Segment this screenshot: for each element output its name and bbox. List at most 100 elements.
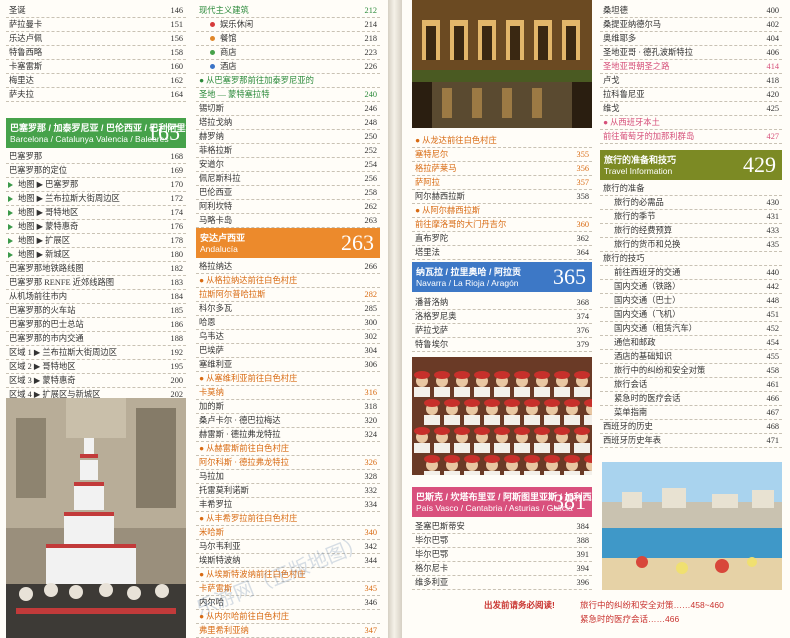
toc-entry[interactable]: 乐达卢佩 156 <box>6 32 186 46</box>
toc-entry[interactable]: 维多利亚 396 <box>412 576 592 590</box>
toc-entry[interactable]: ● 从西班牙本土 <box>600 116 782 130</box>
toc-entry[interactable]: 旅行的技巧 <box>600 252 782 266</box>
toc-entry[interactable]: 前往摩洛哥的大门丹吉尔 360 <box>412 218 592 232</box>
toc-entry[interactable]: 圣地 — 蒙特塞拉特 240 <box>196 88 380 102</box>
toc-entry[interactable]: 科尔多瓦 285 <box>196 302 380 316</box>
toc-entry[interactable]: 国内交通（租赁汽车） 452 <box>600 322 782 336</box>
toc-entry[interactable]: 国内交通（铁路） 442 <box>600 280 782 294</box>
toc-entry[interactable]: 圣地亚哥朝圣之路 414 <box>600 60 782 74</box>
toc-entry[interactable]: 桑提亚纳德尔马 402 <box>600 18 782 32</box>
toc-entry[interactable]: 酒店 226 <box>196 60 380 74</box>
toc-entry[interactable]: 餐馆 218 <box>196 32 380 46</box>
toc-entry[interactable]: ● 从丰希罗拉前往白色村庄 <box>196 512 380 526</box>
toc-entry[interactable]: 格尔尼卡 394 <box>412 562 592 576</box>
toc-entry[interactable]: 前往葡萄牙的加那利群岛 427 <box>600 130 782 144</box>
toc-entry[interactable]: 阿尔科斯 · 德拉弗龙特拉 326 <box>196 456 380 470</box>
band-barcelona[interactable]: 巴塞罗那 / 加泰罗尼亚 / 巴伦西亚 / 巴利阿里群岛 Barcelona /… <box>6 118 186 148</box>
toc-entry[interactable]: 拉科鲁尼亚 420 <box>600 88 782 102</box>
toc-entry[interactable]: ● 从赫雷斯前往白色村庄 <box>196 442 380 456</box>
toc-entry[interactable]: ● 从塞维利亚前往白色村庄 <box>196 372 380 386</box>
toc-entry[interactable]: 佩尼斯科拉 256 <box>196 172 380 186</box>
toc-entry[interactable]: 特鲁西略 158 <box>6 46 186 60</box>
toc-entry[interactable]: 地图 ▶ 兰布拉斯大街周边区 172 <box>6 192 186 206</box>
band-travel-information[interactable]: 旅行的准备和技巧 Travel Information 429 <box>600 150 782 180</box>
toc-entry[interactable]: 旅行的必需品 430 <box>600 196 782 210</box>
toc-entry[interactable]: 娱乐休闲 214 <box>196 18 380 32</box>
toc-entry[interactable]: 地图 ▶ 蒙特惠奇 176 <box>6 220 186 234</box>
toc-entry[interactable]: 巴塞罗那 RENFE 近郊线路图 183 <box>6 276 186 290</box>
toc-entry[interactable]: 通信和邮政 454 <box>600 336 782 350</box>
toc-entry[interactable]: 哈恩 300 <box>196 316 380 330</box>
toc-entry[interactable]: 桑坦德 400 <box>600 4 782 18</box>
toc-entry[interactable]: 卢戈 418 <box>600 74 782 88</box>
toc-entry[interactable]: 萨拉戈萨 376 <box>412 324 592 338</box>
toc-entry[interactable]: 从机场前往市内 184 <box>6 290 186 304</box>
toc-entry[interactable]: 巴塞罗那的定位 169 <box>6 164 186 178</box>
toc-entry[interactable]: 西班牙历史年表 471 <box>600 434 782 448</box>
toc-entry[interactable]: 梅里达 162 <box>6 74 186 88</box>
toc-entry[interactable]: 商店 223 <box>196 46 380 60</box>
toc-entry[interactable]: 托雷莫利诺斯 332 <box>196 484 380 498</box>
toc-entry[interactable]: 旅行中的纠纷和安全对策 458 <box>600 364 782 378</box>
toc-entry[interactable]: 酒店的基础知识 455 <box>600 350 782 364</box>
toc-entry[interactable]: 旅行的经费预算 433 <box>600 224 782 238</box>
toc-entry[interactable]: 赫雷斯 · 德拉弗龙特拉 324 <box>196 428 380 442</box>
toc-entry[interactable]: 卡莫纳 316 <box>196 386 380 400</box>
toc-entry[interactable]: 奥维耶多 404 <box>600 32 782 46</box>
toc-entry[interactable]: 直布罗陀 362 <box>412 232 592 246</box>
toc-entry[interactable]: 地图 ▶ 扩展区 178 <box>6 234 186 248</box>
toc-entry[interactable]: ● 从龙达前往白色村庄 <box>412 134 592 148</box>
toc-entry[interactable]: 阿尔赫西拉斯 358 <box>412 190 592 204</box>
toc-entry[interactable]: 卡塞雷斯 160 <box>6 60 186 74</box>
toc-entry[interactable]: 洛格罗尼奥 374 <box>412 310 592 324</box>
toc-entry[interactable]: 圣地亚哥 · 德孔波斯特拉 406 <box>600 46 782 60</box>
toc-entry[interactable]: 巴塞罗那的火车站 185 <box>6 304 186 318</box>
toc-entry[interactable]: 格拉萨莱马 356 <box>412 162 592 176</box>
toc-entry[interactable]: 赫罗纳 250 <box>196 130 380 144</box>
toc-entry[interactable]: 萨夫拉 164 <box>6 88 186 102</box>
toc-entry[interactable]: 锡切斯 246 <box>196 102 380 116</box>
toc-entry[interactable]: 圣塞巴斯蒂安 384 <box>412 520 592 534</box>
toc-entry[interactable]: 国内交通（巴士） 448 <box>600 294 782 308</box>
band-andalucia[interactable]: 安达卢西亚 Andalucía 263 <box>196 228 380 258</box>
notice-line-2[interactable]: 紧急时的医疗会话……466 <box>580 613 679 625</box>
toc-entry[interactable]: 地图 ▶ 巴塞罗那 170 <box>6 178 186 192</box>
toc-entry[interactable]: 马略卡岛 263 <box>196 214 380 228</box>
band-pais-vasco[interactable]: 巴斯克 / 坎塔布里亚 / 阿斯图里亚斯 / 加利西亚 País Vasco /… <box>412 487 592 517</box>
toc-entry[interactable]: 塞特尼尔 355 <box>412 148 592 162</box>
toc-entry[interactable]: 拉斯阿尔普哈拉斯 282 <box>196 288 380 302</box>
toc-entry[interactable]: 区域 3 ▶ 蒙特惠奇 200 <box>6 374 186 388</box>
toc-entry[interactable]: 地图 ▶ 新城区 180 <box>6 248 186 262</box>
band-navarra[interactable]: 纳瓦拉 / 拉里奥哈 / 阿拉贡 Navarra / La Rioja / Ar… <box>412 262 592 292</box>
toc-entry[interactable]: 弗里希利亚纳 347 <box>196 624 380 638</box>
toc-entry[interactable]: 旅行的货币和兑换 435 <box>600 238 782 252</box>
toc-entry[interactable]: 巴塞罗那地铁路线图 182 <box>6 262 186 276</box>
toc-entry[interactable]: 毕尔巴鄂 388 <box>412 534 592 548</box>
toc-entry[interactable]: 维戈 425 <box>600 102 782 116</box>
toc-entry[interactable]: ● 从巴塞罗那前往加泰罗尼亚的 <box>196 74 380 88</box>
toc-entry[interactable]: 旅行会话 461 <box>600 378 782 392</box>
toc-entry[interactable]: 旅行的季节 431 <box>600 210 782 224</box>
toc-entry[interactable]: ● 从阿尔赫西拉斯 <box>412 204 592 218</box>
toc-entry[interactable]: 特鲁埃尔 379 <box>412 338 592 352</box>
toc-entry[interactable]: 阿利坎特 262 <box>196 200 380 214</box>
toc-entry[interactable]: 加的斯 318 <box>196 400 380 414</box>
toc-entry[interactable]: 潘普洛纳 368 <box>412 296 592 310</box>
toc-entry[interactable]: 萨拉曼卡 151 <box>6 18 186 32</box>
toc-entry[interactable]: ● 从格拉纳达前往白色村庄 <box>196 274 380 288</box>
toc-entry[interactable]: 塔拉戈纳 248 <box>196 116 380 130</box>
toc-entry[interactable]: 塔里法 364 <box>412 246 592 260</box>
toc-entry[interactable]: 圣诞 146 <box>6 4 186 18</box>
toc-entry[interactable]: 巴伦西亚 258 <box>196 186 380 200</box>
toc-entry[interactable]: 前往西班牙的交通 440 <box>600 266 782 280</box>
toc-entry[interactable]: 巴塞罗那的巴士总站 186 <box>6 318 186 332</box>
toc-entry[interactable]: 旅行的准备 <box>600 182 782 196</box>
toc-entry[interactable]: 毕尔巴鄂 391 <box>412 548 592 562</box>
toc-entry[interactable]: 菲格拉斯 252 <box>196 144 380 158</box>
toc-entry[interactable]: 区域 1 ▶ 兰布拉斯大街周边区 192 <box>6 346 186 360</box>
toc-entry[interactable]: 塞维利亚 306 <box>196 358 380 372</box>
toc-entry[interactable]: 巴塞罗那 168 <box>6 150 186 164</box>
toc-entry[interactable]: 桑卢卡尔 · 德巴拉梅达 320 <box>196 414 380 428</box>
toc-entry[interactable]: 巴埃萨 304 <box>196 344 380 358</box>
toc-entry[interactable]: 西班牙的历史 468 <box>600 420 782 434</box>
